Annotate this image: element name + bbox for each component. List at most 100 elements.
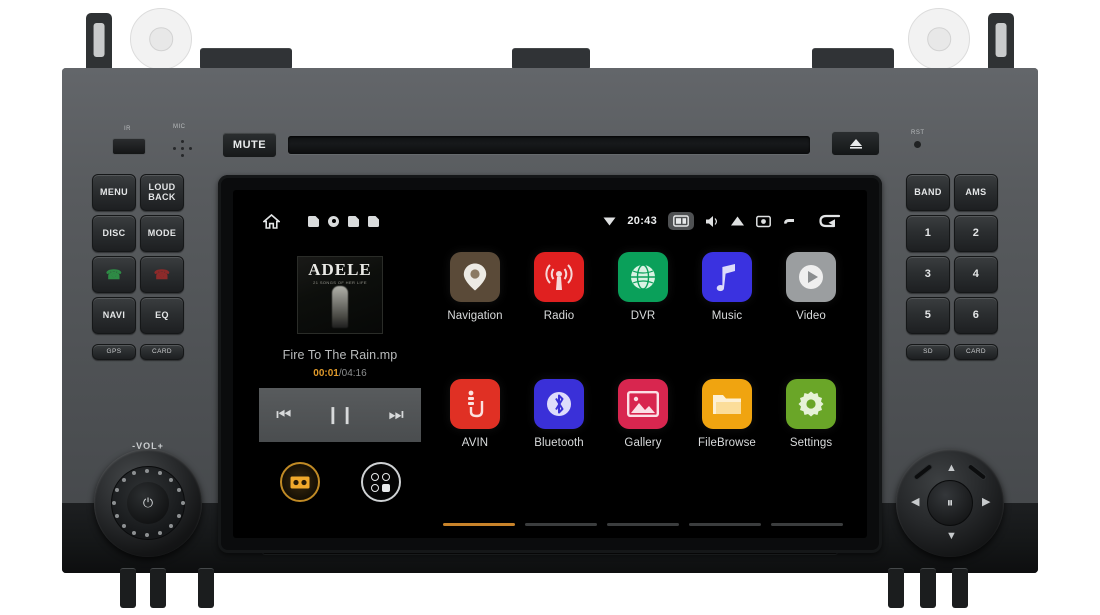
music-widget[interactable]: ADELE 21 SONGS OF HER LIFE Fire To The R… [259,252,421,510]
usb2-icon [368,215,379,227]
right-key-row-2: 1 2 [906,215,998,252]
right-key-row-4: 5 6 [906,297,998,334]
page-dot-2[interactable] [525,523,597,526]
disc-slot[interactable] [288,136,810,154]
status-bar-middle: 20:43 [603,212,803,230]
app-filebrowse[interactable]: FileBrowse [685,379,769,502]
app-avin[interactable]: AVIN [433,379,517,502]
map-pin-icon[interactable] [450,252,500,302]
volume-knob-ring: ⏻ [111,466,185,540]
preset-4-button[interactable]: 4 [954,256,998,293]
preset-3-button[interactable]: 3 [906,256,950,293]
cassette-icon[interactable] [279,462,320,502]
app-music[interactable]: Music [685,252,769,375]
track-title: Fire To The Rain.mp [282,348,398,362]
left-key-row-2: DISC MODE [92,215,184,252]
volume-icon[interactable] [705,215,719,228]
apps-grid-dots [371,472,390,492]
back-arrow-icon[interactable] [819,213,841,229]
reset-pinhole[interactable] [913,140,922,149]
play-circle-icon[interactable] [786,252,836,302]
ir-receiver [112,138,146,155]
dpad-up-icon[interactable]: ▲ [946,463,957,474]
recent-apps-icon[interactable] [782,216,797,227]
mic-label: MIC [173,124,186,130]
home-icon[interactable] [263,213,280,229]
volume-knob-body[interactable]: ⏻ [94,449,202,557]
next-track-icon[interactable]: ⏭ [389,405,404,425]
volume-knob[interactable]: -VOL+ ⏻ [88,441,208,563]
dpad-left-icon[interactable]: ◀ [911,497,919,508]
sd-card-icon [308,215,319,227]
radio-waves-icon[interactable] [534,252,584,302]
power-icon[interactable]: ⏻ [127,482,169,524]
apps-grid-icon[interactable] [360,462,401,502]
music-note-icon[interactable] [702,252,752,302]
menu-button[interactable]: MENU [92,174,136,211]
photo-icon[interactable] [618,379,668,429]
globe-icon[interactable] [618,252,668,302]
dpad-body[interactable]: ▲ ▼ ◀ ▶ ⏸ [896,449,1004,557]
right-key-panel: BAND AMS 1 2 3 4 5 6 SD CARD [906,174,998,364]
right-key-row-1: BAND AMS [906,174,998,211]
app-gallery[interactable]: Gallery [601,379,685,502]
preset-2-button[interactable]: 2 [954,215,998,252]
mode-button[interactable]: MODE [140,215,184,252]
app-navigation[interactable]: Navigation [433,252,517,375]
folder-icon[interactable] [702,379,752,429]
mount-bracket-right [988,13,1014,75]
eq-button[interactable]: EQ [140,297,184,334]
bluetooth-icon[interactable] [534,379,584,429]
bottom-clip-3 [198,568,214,608]
call-answer-button[interactable]: ☎ [92,256,136,293]
app-settings[interactable]: Settings [769,379,853,502]
disc-icon [328,215,339,227]
album-subtitle: 21 SONGS OF HER LIFE [313,280,367,285]
avin-plug-icon[interactable] [450,379,500,429]
bottom-clip-4 [888,568,904,608]
app-video[interactable]: Video [769,252,853,375]
phone-green-icon: ☎ [105,266,123,282]
card-slot-right[interactable]: CARD [954,344,998,360]
dpad-right-icon[interactable]: ▶ [982,497,990,508]
disc-button[interactable]: DISC [92,215,136,252]
previous-track-icon[interactable]: ⏮ [276,405,291,425]
card-slot-left[interactable]: CARD [140,344,184,360]
dpad-slot-left [912,462,934,482]
page-dot-3[interactable] [607,523,679,526]
page-dot-4[interactable] [689,523,761,526]
left-key-panel: MENU LOUD BACK DISC MODE ☎ ☎ NAVI EQ GPS… [92,174,184,364]
app-dvr[interactable]: DVR [601,252,685,375]
app-bluetooth[interactable]: Bluetooth [517,379,601,502]
navigation-dpad[interactable]: ▲ ▼ ◀ ▶ ⏸ [890,443,1010,563]
transport-controls[interactable]: ⏮ ❙❙ ⏭ [259,388,421,442]
dpad-down-icon[interactable]: ▼ [946,531,957,542]
preset-1-button[interactable]: 1 [906,215,950,252]
screen-mirror-icon[interactable] [668,212,694,230]
gear-icon[interactable] [786,379,836,429]
home-triangle-icon[interactable] [730,215,745,227]
app-radio[interactable]: Radio [517,252,601,375]
sd-slot[interactable]: SD [906,344,950,360]
android-screen[interactable]: 20:43 ADELE 21 SONGS OF HER LIFE Fire To… [233,190,867,538]
pause-icon[interactable]: ❙❙ [326,405,355,425]
mute-button[interactable]: MUTE [222,132,277,158]
gps-slot[interactable]: GPS [92,344,136,360]
page-indicator[interactable] [433,523,853,526]
microphone-holes [171,140,197,160]
preset-6-button[interactable]: 6 [954,297,998,334]
play-pause-icon[interactable]: ⏸ [927,480,973,526]
screenshot-icon[interactable] [756,215,771,228]
eject-button[interactable] [831,131,880,156]
page-dot-1[interactable] [443,523,515,526]
band-button[interactable]: BAND [906,174,950,211]
right-slot-row: SD CARD [906,344,998,360]
navi-button[interactable]: NAVI [92,297,136,334]
page-dot-5[interactable] [771,523,843,526]
ir-label: IR [124,126,131,132]
preset-5-button[interactable]: 5 [906,297,950,334]
loud-back-button[interactable]: LOUD BACK [140,174,184,211]
call-end-button[interactable]: ☎ [140,256,184,293]
ams-button[interactable]: AMS [954,174,998,211]
app-avin-label: AVIN [461,437,489,449]
